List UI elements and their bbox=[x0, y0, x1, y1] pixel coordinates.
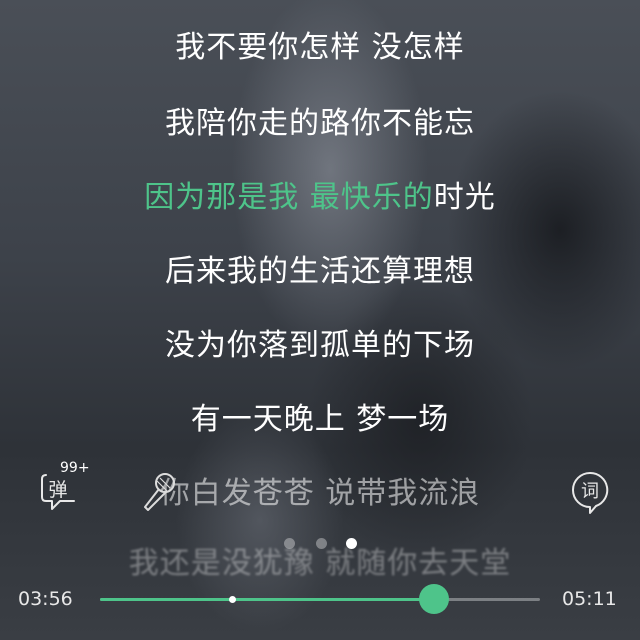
page-dot[interactable] bbox=[316, 538, 327, 549]
page-dot[interactable] bbox=[284, 538, 295, 549]
lyric-line: 有一天晚上 梦一场 bbox=[190, 402, 450, 437]
lyric-button[interactable]: 词 bbox=[570, 470, 610, 514]
lyric-line: 我不要你怎样 没怎样 bbox=[175, 30, 465, 65]
lyric-unsung-part: 时光 bbox=[433, 180, 496, 215]
page-dot-active[interactable] bbox=[346, 538, 357, 549]
lyric-line-current: 因为那是我 最快乐的时光 bbox=[0, 172, 640, 216]
seek-bar[interactable] bbox=[100, 584, 540, 614]
danmu-count-badge: 99+ bbox=[60, 460, 90, 476]
microphone-icon bbox=[144, 473, 175, 511]
lyric-line: 没为你落到孤单的下场 bbox=[165, 328, 475, 363]
seek-thumb[interactable] bbox=[418, 584, 449, 614]
seek-progress-fill bbox=[100, 598, 434, 601]
lyric-button-label: 词 bbox=[581, 481, 599, 502]
lyric-line: 你白发苍苍 说带我流浪 bbox=[159, 476, 481, 511]
seek-marker-dot bbox=[228, 596, 236, 603]
danmu-label: 弹 bbox=[48, 479, 67, 501]
lyric-bubble-icon: 词 bbox=[572, 471, 609, 514]
lyric-line: 后来我的生活还算理想 bbox=[165, 254, 475, 289]
microphone-button[interactable] bbox=[138, 470, 178, 514]
total-duration: 05:11 bbox=[562, 588, 617, 610]
lyric-line: 我陪你走的路你不能忘 bbox=[165, 106, 475, 141]
elapsed-time: 03:56 bbox=[18, 588, 73, 610]
lyric-sung-part: 因为那是我 最快乐的 bbox=[144, 180, 434, 215]
page-indicator[interactable] bbox=[280, 536, 360, 552]
